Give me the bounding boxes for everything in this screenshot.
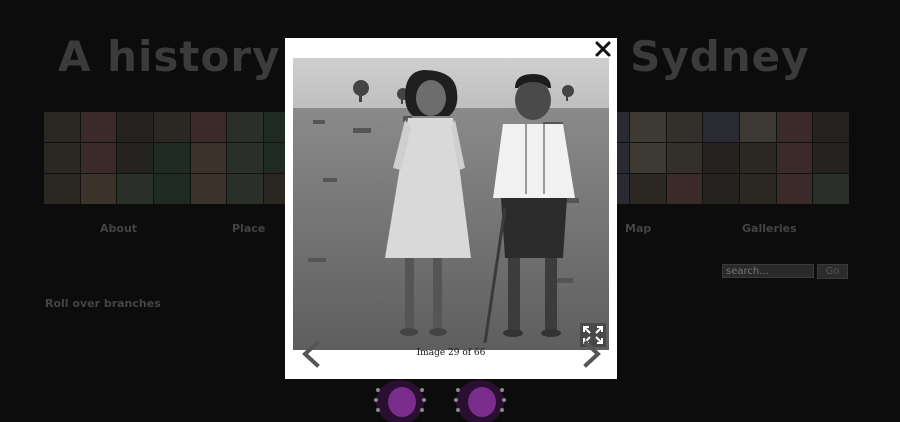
mosaic-tile: [80, 143, 117, 173]
nav-item-map[interactable]: Map: [625, 222, 651, 235]
mosaic-tile: [703, 112, 740, 142]
mosaic-tile: [776, 174, 813, 204]
mosaic-tile: [80, 112, 117, 142]
mosaic-tile: [190, 143, 227, 173]
mosaic-tile: [117, 112, 153, 142]
next-image-button[interactable]: [580, 340, 604, 368]
mosaic-tile: [227, 174, 263, 204]
mosaic-tile: [666, 112, 703, 142]
mosaic-tile: [630, 174, 666, 204]
dot-art-decoration: [374, 380, 506, 422]
mosaic-tile: [227, 112, 263, 142]
mosaic-tile: [776, 143, 813, 173]
close-icon: [595, 41, 611, 57]
mosaic-tile: [44, 143, 80, 173]
search-go-button[interactable]: Go: [817, 264, 848, 279]
branches-hint: Roll over branches: [45, 297, 161, 310]
mosaic-tile: [80, 174, 117, 204]
mosaic-tile: [703, 143, 740, 173]
nav-item-galleries[interactable]: Galleries: [742, 222, 797, 235]
mosaic-tile: [227, 143, 263, 173]
mosaic-tile: [117, 143, 153, 173]
mosaic-tile: [44, 174, 80, 204]
mosaic-tile: [666, 174, 703, 204]
mosaic-tile: [703, 174, 740, 204]
gallery-photo: [293, 58, 609, 350]
mosaic-tile: [666, 143, 703, 173]
mosaic-tile: [630, 143, 666, 173]
mosaic-tile: [740, 174, 776, 204]
mosaic-tile: [740, 143, 776, 173]
close-button[interactable]: [592, 38, 614, 60]
mosaic-tile: [813, 143, 849, 173]
mosaic-tile: [776, 112, 813, 142]
mosaic-tile: [190, 112, 227, 142]
mosaic-tile: [813, 112, 849, 142]
historic-photo-two-children: [293, 58, 609, 350]
mosaic-tile: [740, 112, 776, 142]
image-counter: Image 29 of 66: [416, 348, 486, 358]
mosaic-tile: [44, 112, 80, 142]
nav-item-place[interactable]: Place: [232, 222, 265, 235]
search-input[interactable]: [722, 264, 814, 278]
mosaic-tile: [153, 174, 190, 204]
nav-item-about[interactable]: About: [100, 222, 137, 235]
mosaic-tile: [153, 143, 190, 173]
mosaic-tile: [813, 174, 849, 204]
mosaic-tile: [630, 112, 666, 142]
mosaic-tile: [153, 112, 190, 142]
lightbox-modal: Image 29 of 66: [285, 38, 617, 379]
chevron-right-icon: [583, 340, 601, 368]
mosaic-tile: [117, 174, 153, 204]
mosaic-tile: [190, 174, 227, 204]
